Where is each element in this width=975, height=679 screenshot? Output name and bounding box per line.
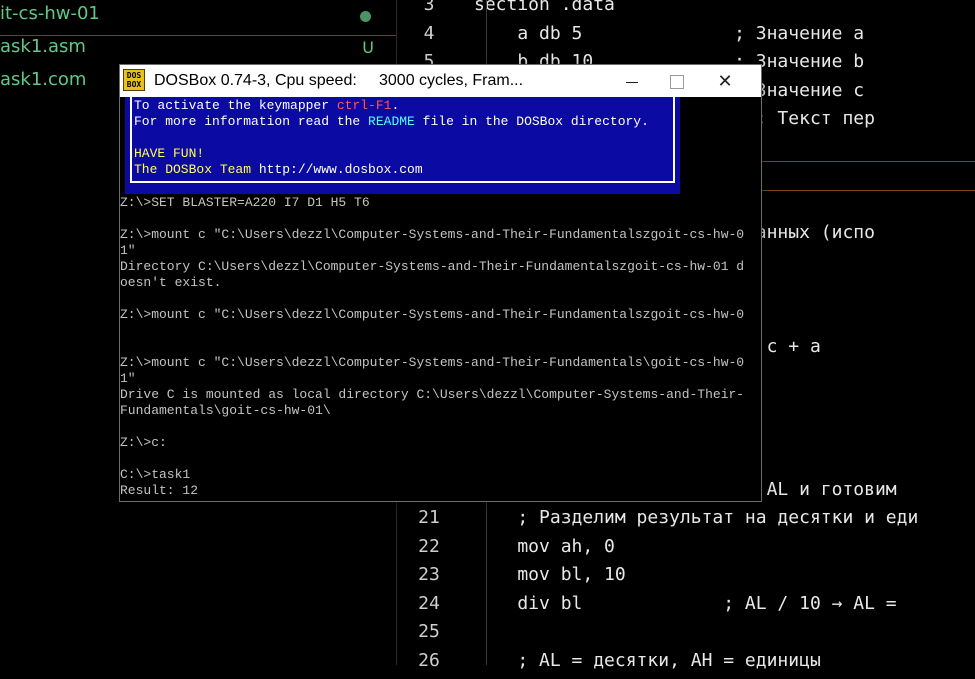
file-item-task1-asm[interactable]: ask1.asm U — [0, 33, 396, 66]
window-titlebar[interactable]: DOS BOX DOSBox 0.74-3, Cpu speed: 3000 c… — [120, 65, 761, 97]
modified-dot-icon — [360, 11, 371, 22]
icon-label-top: DOS — [126, 71, 142, 80]
window-title: DOSBox 0.74-3, Cpu speed: 3000 cycles, F… — [154, 72, 524, 89]
line-highlight-border — [760, 161, 975, 162]
dosbox-window[interactable]: DOS BOX DOSBox 0.74-3, Cpu speed: 3000 c… — [119, 64, 762, 502]
console-line: C:\>task1 — [120, 467, 191, 482]
close-icon: ✕ — [717, 71, 733, 91]
console-line: Z:\>mount c "C:\Users\dezzl\Computer-Sys… — [120, 227, 745, 242]
welcome-banner: To activate the keymapper ctrl-F1. For m… — [125, 97, 680, 189]
code-text: mov ah, 0 — [474, 536, 615, 557]
file-name: it-cs-hw-01 — [0, 3, 100, 24]
banner-line-keymapper: To activate the keymapper ctrl-F1. — [134, 98, 399, 114]
banner-text: For more information read the — [134, 114, 369, 129]
banner-line-readme: For more information read the README fil… — [134, 114, 649, 130]
code-text: a db 5 ; Значение a — [474, 23, 865, 44]
maximize-button[interactable] — [654, 65, 700, 97]
console-line: 1" — [120, 371, 136, 386]
console-line: Fundamentals\goit-cs-hw-01\ — [120, 403, 331, 418]
banner-text: file in the DOSBox directory. — [414, 114, 649, 129]
banner-text: . — [391, 98, 400, 113]
line-number: 4 — [423, 23, 435, 44]
file-item-goit-cs-hw-01[interactable]: it-cs-hw-01 — [0, 0, 396, 33]
console-line: 1" — [120, 243, 136, 258]
code-line: 25 — [397, 621, 975, 650]
line-number: 23 — [418, 564, 440, 585]
file-name: ask1.asm — [0, 36, 86, 57]
console-line: Z:\>SET BLASTER=A220 I7 D1 H5 T6 — [120, 195, 370, 210]
code-line: 26 ; AL = десятки, AH = единицы — [397, 650, 975, 679]
line-number: 21 — [418, 507, 440, 528]
close-button[interactable]: ✕ — [702, 65, 748, 97]
banner-url: http://www.dosbox.com — [258, 162, 423, 177]
console-line: oesn't exist. — [120, 275, 222, 290]
untracked-badge: U — [362, 38, 374, 57]
console-result: Result: 12 — [120, 483, 199, 498]
console-line: Drive C is mounted as local directory C:… — [120, 387, 745, 402]
code-text: div bl ; AL / 10 → AL = — [474, 593, 897, 614]
dosbox-app-icon: DOS BOX — [123, 69, 145, 91]
code-line: 22 mov ah, 0 — [397, 536, 975, 565]
maximize-icon — [670, 75, 684, 90]
code-text: section .data — [474, 0, 615, 15]
banner-have-fun: HAVE FUN! — [134, 146, 205, 161]
code-text: mov bl, 10 — [474, 564, 626, 585]
code-line: 23 mov bl, 10 — [397, 564, 975, 593]
line-number: 22 — [418, 536, 440, 557]
banner-team: The DOSBox Team — [134, 162, 259, 177]
code-line: 21 ; Разделим результат на десятки и еди — [397, 507, 975, 536]
minimize-button[interactable] — [609, 65, 655, 97]
banner-bottom — [125, 188, 680, 194]
banner-key: ctrl-F1 — [336, 98, 392, 113]
banner-readme: README — [368, 114, 415, 129]
line-highlight-border — [760, 190, 975, 191]
minimize-icon — [626, 81, 638, 83]
code-text: ; AL = десятки, AH = единицы — [474, 650, 821, 671]
console-line: Z:\>c: — [120, 435, 167, 450]
line-number: 24 — [418, 593, 440, 614]
console-line: Directory C:\Users\dezzl\Computer-System… — [120, 259, 745, 274]
icon-label-bottom: BOX — [126, 80, 142, 89]
code-line: 24 div bl ; AL / 10 → AL = — [397, 593, 975, 622]
console-line: Z:\>mount c "C:\Users\dezzl\Computer-Sys… — [120, 307, 745, 322]
console-line: Z:\>mount c "C:\Users\dezzl\Computer-Sys… — [120, 355, 745, 370]
dos-console[interactable]: To activate the keymapper ctrl-F1. For m… — [120, 97, 761, 501]
line-number: 25 — [418, 621, 440, 642]
line-number: 3 — [423, 0, 435, 15]
file-name: ask1.com — [0, 69, 87, 90]
line-number: 26 — [418, 650, 440, 671]
code-line: 3 section .data — [397, 0, 975, 23]
code-line: 4 a db 5 ; Значение a — [397, 23, 975, 52]
banner-line-team: The DOSBox Team http://www.dosbox.com — [134, 162, 423, 178]
code-text: ; Разделим результат на десятки и еди — [474, 507, 919, 528]
banner-text: To activate the keymapper — [134, 98, 337, 113]
